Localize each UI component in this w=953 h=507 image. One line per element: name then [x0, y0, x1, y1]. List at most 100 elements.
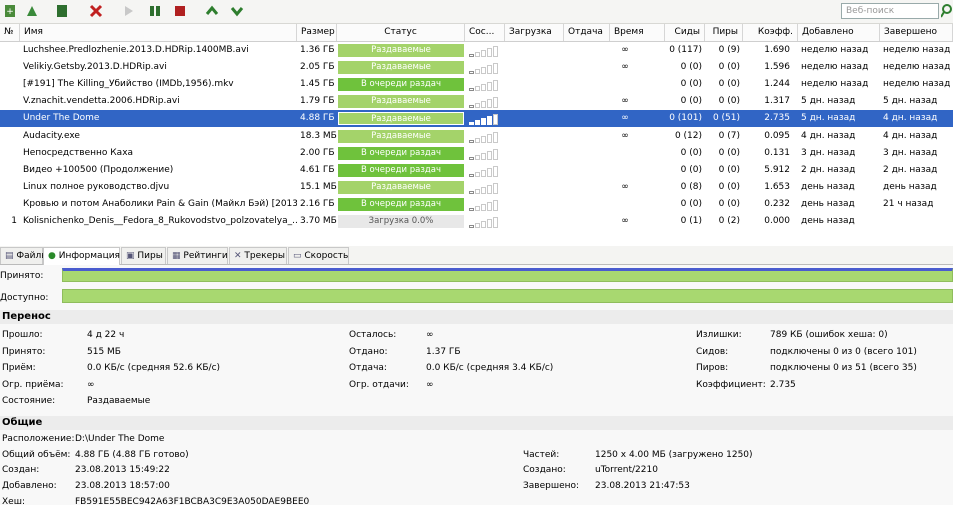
- cell-size: 2.16 ГБ: [300, 198, 335, 209]
- table-row[interactable]: Непосредственно Каха 2.00 ГБ 0 (0) 0 (0) 0.1…: [0, 145, 953, 162]
- cell-time: ∞: [621, 130, 629, 141]
- cell-ratio: 1.244: [764, 79, 790, 90]
- table-row[interactable]: Linux полное руководство.djvu 15.1 МБ ∞ 0 (…: [0, 179, 953, 196]
- move-down-icon[interactable]: [227, 2, 247, 20]
- column-status[interactable]: Статус: [337, 24, 465, 41]
- column-header-row: № Имя Размер Статус Сос... Загрузка Отда…: [0, 24, 953, 42]
- cell-time: ∞: [621, 45, 629, 55]
- tab-speed-label: Скорость: [304, 251, 349, 261]
- tab-files[interactable]: ▤ Файлы: [0, 247, 48, 264]
- cell-num: 1: [11, 216, 17, 226]
- column-peers[interactable]: Пиры: [705, 24, 743, 41]
- stop-icon[interactable]: [170, 2, 190, 20]
- cell-num: [0, 42, 20, 59]
- cell-added: 2 дн. назад: [801, 164, 856, 175]
- cell-peers: 0 (0): [718, 181, 740, 192]
- transfer-value: 515 МБ: [87, 346, 121, 357]
- cell-added: день назад: [801, 216, 855, 226]
- available-progress-bar: [62, 289, 953, 303]
- cell-name: Luchshee.Predlozhenie.2013.D.HDRip.1400M…: [23, 45, 249, 55]
- column-name[interactable]: Имя: [20, 24, 297, 41]
- tab-info[interactable]: ● Информация: [43, 247, 120, 265]
- table-row[interactable]: Luchshee.Predlozhenie.2013.D.HDRip.1400M…: [0, 42, 953, 59]
- remove-icon[interactable]: [86, 2, 106, 20]
- cell-num: [0, 179, 20, 196]
- cell-done: неделю назад: [883, 62, 951, 73]
- move-up-icon[interactable]: [202, 2, 222, 20]
- status-badge: В очереди раздач: [338, 197, 464, 211]
- tab-speed[interactable]: ▭ Скорость: [288, 247, 349, 264]
- cell-name: Kolisnichenko_Denis__Fedora_8_Rukovodstv…: [23, 216, 297, 226]
- cell-size: 4.61 ГБ: [300, 164, 335, 175]
- general-value: FB591E55BEC942A63F1BCBA3C9E3A050DAE9BEE0: [75, 496, 310, 507]
- column-download[interactable]: Загрузка: [505, 24, 564, 41]
- tab-trackers[interactable]: ✕ Трекеры: [229, 247, 287, 264]
- column-added[interactable]: Добавлено: [798, 24, 880, 41]
- cell-time: [610, 145, 640, 162]
- available-label: Доступно:: [0, 293, 49, 303]
- table-row[interactable]: [#191] The Killing_Убийство (IMDb,1956).…: [0, 76, 953, 93]
- cell-num: [0, 128, 20, 145]
- cell-seeds: 0 (117): [669, 45, 702, 55]
- add-torrent-icon[interactable]: +: [0, 2, 20, 20]
- cell-done: 5 дн. назад: [883, 96, 938, 107]
- column-completed[interactable]: Завершено: [880, 24, 953, 41]
- cell-size: 2.00 ГБ: [300, 147, 335, 158]
- cell-added: 5 дн. назад: [801, 113, 856, 124]
- transfer-value: ∞: [426, 330, 434, 340]
- cell-time: [610, 196, 640, 213]
- tab-peers[interactable]: ▣ Пиры: [121, 247, 166, 264]
- column-health[interactable]: Сос...: [465, 24, 505, 41]
- add-url-icon[interactable]: [22, 2, 42, 20]
- cell-peers: 0 (0): [718, 164, 740, 175]
- column-upload[interactable]: Отдача: [564, 24, 610, 41]
- health-bars-icon: [469, 45, 501, 57]
- transfer-value: Раздаваемые: [87, 396, 151, 407]
- general-value: 23.08.2013 21:47:53: [595, 481, 690, 492]
- create-torrent-icon[interactable]: [52, 2, 72, 20]
- cell-num: [0, 76, 20, 93]
- table-row[interactable]: V.znachit.vendetta.2006.HDRip.avi 1.79 ГБ…: [0, 93, 953, 110]
- cell-ratio: 0.095: [764, 130, 790, 141]
- cell-seeds: 0 (12): [674, 130, 702, 141]
- tab-ratings-label: Рейтинги: [183, 251, 228, 261]
- column-time[interactable]: Время: [610, 24, 665, 41]
- pause-icon[interactable]: [145, 2, 165, 20]
- search-icon[interactable]: [941, 2, 953, 20]
- column-ratio[interactable]: Коэфф.: [743, 24, 798, 41]
- table-row[interactable]: 1 Kolisnichenko_Denis__Fedora_8_Rukovodst…: [0, 213, 953, 230]
- table-row[interactable]: Видео +100500 (Продолжение) 4.61 ГБ 0 (0) 0…: [0, 162, 953, 179]
- received-label: Принято:: [0, 271, 44, 281]
- tab-peers-label: Пиры: [137, 251, 163, 261]
- cell-done: [880, 213, 953, 230]
- cell-time: ∞: [621, 62, 629, 73]
- general-label: Создан:: [2, 465, 40, 476]
- status-badge: В очереди раздач: [338, 146, 464, 160]
- cell-name: Velikiy.Getsby.2013.D.HDRip.avi: [23, 62, 167, 73]
- table-row[interactable]: Velikiy.Getsby.2013.D.HDRip.avi 2.05 ГБ ∞ 0…: [0, 59, 953, 76]
- cell-added: 5 дн. назад: [801, 96, 856, 107]
- general-label: Создано:: [523, 465, 566, 476]
- cell-added: 4 дн. назад: [801, 130, 856, 141]
- start-icon[interactable]: [118, 2, 138, 20]
- cell-seeds: 0 (0): [680, 164, 702, 175]
- cell-peers: 0 (0): [718, 62, 740, 73]
- transfer-value: ∞: [87, 379, 95, 390]
- column-seeds[interactable]: Сиды: [665, 24, 705, 41]
- column-num[interactable]: №: [0, 24, 20, 41]
- transfer-value: 0.0 КБ/с (средняя 3.4 КБ/с): [426, 363, 554, 374]
- cell-num: [0, 196, 20, 213]
- tab-ratings[interactable]: ▦ Рейтинги: [167, 247, 228, 264]
- cell-seeds: 0 (0): [680, 96, 702, 107]
- table-row[interactable]: Кровью и потом Анаболики Pain & Gain (Ма…: [0, 196, 953, 213]
- table-row[interactable]: Audacity.exe 18.3 МБ ∞ 0 (12) 0 (7) 0.095 4 дн…: [0, 128, 953, 145]
- general-section-title: Общие: [0, 416, 953, 430]
- web-search-input[interactable]: Веб-поиск: [841, 3, 939, 19]
- health-bars-icon: [469, 165, 501, 177]
- toolbar: + Веб-поиск: [0, 0, 953, 24]
- status-badge: В очереди раздач: [338, 78, 464, 92]
- cell-done: неделю назад: [883, 79, 951, 90]
- table-row[interactable]: Under The Dome 4.88 ГБ ∞ 0 (101) 0 (51) 2.735…: [0, 110, 953, 128]
- general-label: Завершено:: [523, 481, 580, 492]
- column-size[interactable]: Размер: [297, 24, 337, 41]
